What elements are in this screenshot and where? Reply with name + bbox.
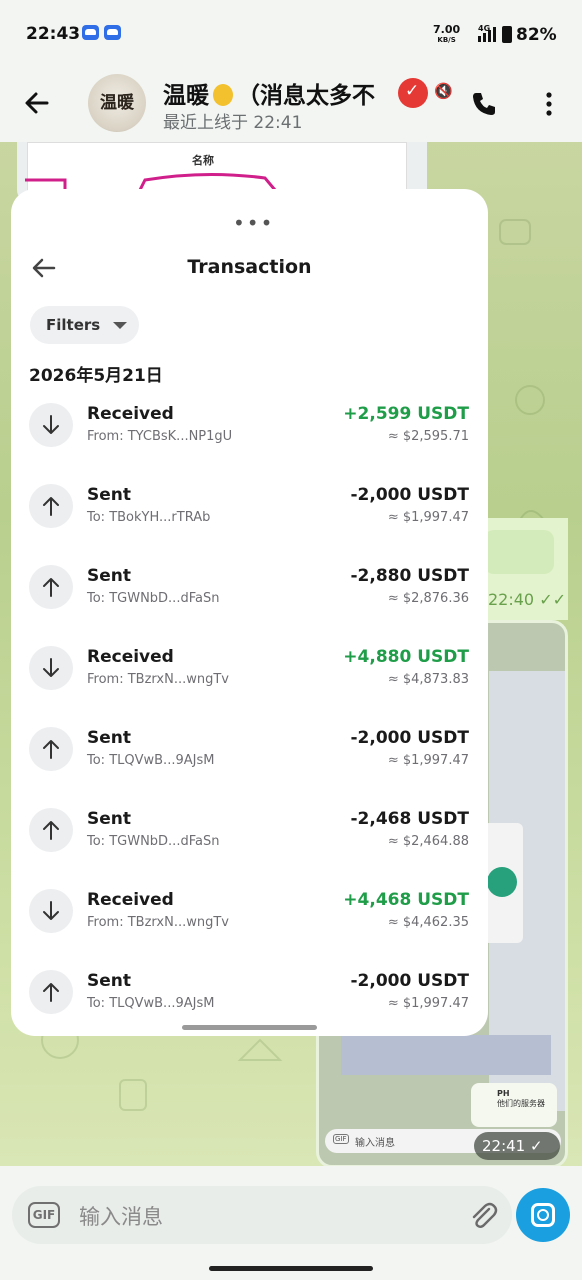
arrow-up-icon bbox=[29, 565, 73, 609]
transaction-address: To: TLQVwB...9AJsM bbox=[87, 996, 215, 1011]
status-bar: 22:43 7.00 KB/S 4G 82% bbox=[0, 0, 582, 70]
transaction-amount: +2,599 USDT bbox=[343, 404, 469, 424]
transaction-usd-value: ≈ $4,462.35 bbox=[387, 915, 469, 930]
avatar[interactable]: 温暖 bbox=[88, 74, 146, 132]
transaction-usd-value: ≈ $1,997.47 bbox=[387, 996, 469, 1011]
transaction-address: To: TGWNbD...dFaSn bbox=[87, 591, 220, 606]
chat-title[interactable]: 温暖 （消息太多不 bbox=[163, 76, 375, 110]
sheet-drag-handle[interactable] bbox=[182, 1025, 317, 1030]
transaction-type: Sent bbox=[87, 566, 132, 586]
gif-icon[interactable]: GIF bbox=[28, 1202, 60, 1228]
home-indicator bbox=[209, 1266, 373, 1271]
arrow-up-icon bbox=[29, 727, 73, 771]
arrow-up-icon bbox=[29, 808, 73, 852]
transaction-amount: -2,000 USDT bbox=[350, 485, 469, 505]
arrow-up-icon bbox=[29, 970, 73, 1014]
phone-icon[interactable] bbox=[470, 90, 498, 118]
chat-header: 温暖 温暖（消息太多不 🔇 最近上线于 22:41 bbox=[0, 70, 582, 142]
battery-icon bbox=[502, 26, 512, 43]
transaction-row[interactable]: Sent To: TBokYH...rTRAb -2,000 USDT ≈ $1… bbox=[11, 465, 488, 546]
transaction-usd-value: ≈ $2,595.71 bbox=[387, 429, 469, 444]
transaction-usd-value: ≈ $2,876.36 bbox=[387, 591, 469, 606]
transaction-usd-value: ≈ $1,997.47 bbox=[387, 510, 469, 525]
transaction-usd-value: ≈ $2,464.88 bbox=[387, 834, 469, 849]
chevron-down-icon bbox=[113, 322, 127, 329]
transaction-amount: +4,880 USDT bbox=[343, 647, 469, 667]
transaction-type: Sent bbox=[87, 728, 132, 748]
date-header: 2026年5月21日 bbox=[29, 366, 163, 386]
message-placeholder: 输入消息 bbox=[79, 1205, 163, 1229]
transaction-type: Received bbox=[87, 890, 174, 910]
arrow-down-icon bbox=[29, 403, 73, 447]
mute-icon: 🔇 bbox=[434, 82, 453, 100]
sheet-title: Transaction bbox=[187, 256, 312, 278]
notification-app-icon bbox=[104, 25, 121, 40]
transaction-amount: -2,000 USDT bbox=[350, 728, 469, 748]
transaction-address: From: TYCBsK...NP1gU bbox=[87, 429, 233, 444]
status-time: 22:43 bbox=[26, 24, 81, 44]
transaction-type: Sent bbox=[87, 485, 132, 505]
message-composer: GIF 输入消息 bbox=[0, 1166, 582, 1280]
transaction-usd-value: ≈ $4,873.83 bbox=[387, 672, 469, 687]
arrow-down-icon bbox=[29, 889, 73, 933]
transaction-amount: -2,880 USDT bbox=[350, 566, 469, 586]
transaction-address: To: TLQVwB...9AJsM bbox=[87, 753, 215, 768]
transaction-usd-value: ≈ $1,997.47 bbox=[387, 753, 469, 768]
transaction-address: From: TBzrxN...wngTv bbox=[87, 672, 229, 687]
camera-button[interactable] bbox=[516, 1188, 570, 1242]
transaction-address: To: TGWNbD...dFaSn bbox=[87, 834, 220, 849]
back-arrow-icon[interactable] bbox=[22, 88, 52, 118]
transaction-row[interactable]: Sent To: TGWNbD...dFaSn -2,468 USDT ≈ $2… bbox=[11, 789, 488, 870]
more-options-icon[interactable] bbox=[538, 90, 560, 118]
quoted-message bbox=[484, 530, 554, 574]
transaction-amount: -2,000 USDT bbox=[350, 971, 469, 991]
last-seen-status: 最近上线于 22:41 bbox=[163, 113, 303, 133]
transaction-type: Received bbox=[87, 404, 174, 424]
message-time: 22:40 ✓✓ bbox=[488, 590, 567, 609]
transaction-row[interactable]: Sent To: TGWNbD...dFaSn -2,880 USDT ≈ $2… bbox=[11, 546, 488, 627]
screenshot-file-card: PH 他们的服务器 bbox=[471, 1083, 557, 1127]
sheet-menu-dots-icon[interactable]: ••• bbox=[233, 211, 274, 235]
transaction-amount: +4,468 USDT bbox=[343, 890, 469, 910]
transaction-row[interactable]: Received From: TBzrxN...wngTv +4,468 USD… bbox=[11, 870, 488, 951]
message-time: 22:41 ✓ bbox=[474, 1132, 560, 1160]
transaction-row[interactable]: Sent To: TLQVwB...9AJsM -2,000 USDT ≈ $1… bbox=[11, 951, 488, 1032]
tether-icon bbox=[487, 867, 517, 897]
transaction-type: Sent bbox=[87, 809, 132, 829]
paperclip-icon[interactable] bbox=[468, 1200, 498, 1232]
battery-percent: 82% bbox=[516, 25, 557, 45]
screenshot-navbar bbox=[341, 1035, 551, 1075]
table-header-text: 名称 bbox=[192, 154, 214, 167]
message-input[interactable]: GIF 输入消息 bbox=[12, 1186, 512, 1244]
transaction-address: To: TBokYH...rTRAb bbox=[87, 510, 211, 525]
arrow-up-icon bbox=[29, 484, 73, 528]
transaction-list: Received From: TYCBsK...NP1gU +2,599 USD… bbox=[11, 384, 488, 1032]
transaction-row[interactable]: Sent To: TLQVwB...9AJsM -2,000 USDT ≈ $1… bbox=[11, 708, 488, 789]
notification-app-icon bbox=[82, 25, 99, 40]
network-type: 4G bbox=[478, 24, 491, 33]
arrow-down-icon bbox=[29, 646, 73, 690]
verified-badge-icon bbox=[398, 78, 428, 108]
transaction-amount: -2,468 USDT bbox=[350, 809, 469, 829]
transaction-type: Sent bbox=[87, 971, 132, 991]
medal-icon bbox=[213, 83, 233, 106]
transaction-row[interactable]: Received From: TBzrxN...wngTv +4,880 USD… bbox=[11, 627, 488, 708]
transaction-address: From: TBzrxN...wngTv bbox=[87, 915, 229, 930]
filters-button[interactable]: Filters bbox=[30, 306, 139, 344]
transaction-sheet: ••• Transaction Filters 2026年5月21日 Recei… bbox=[11, 189, 488, 1036]
network-speed: 7.00 KB/S bbox=[433, 23, 461, 44]
transaction-row[interactable]: Received From: TYCBsK...NP1gU +2,599 USD… bbox=[11, 384, 488, 465]
transaction-type: Received bbox=[87, 647, 174, 667]
